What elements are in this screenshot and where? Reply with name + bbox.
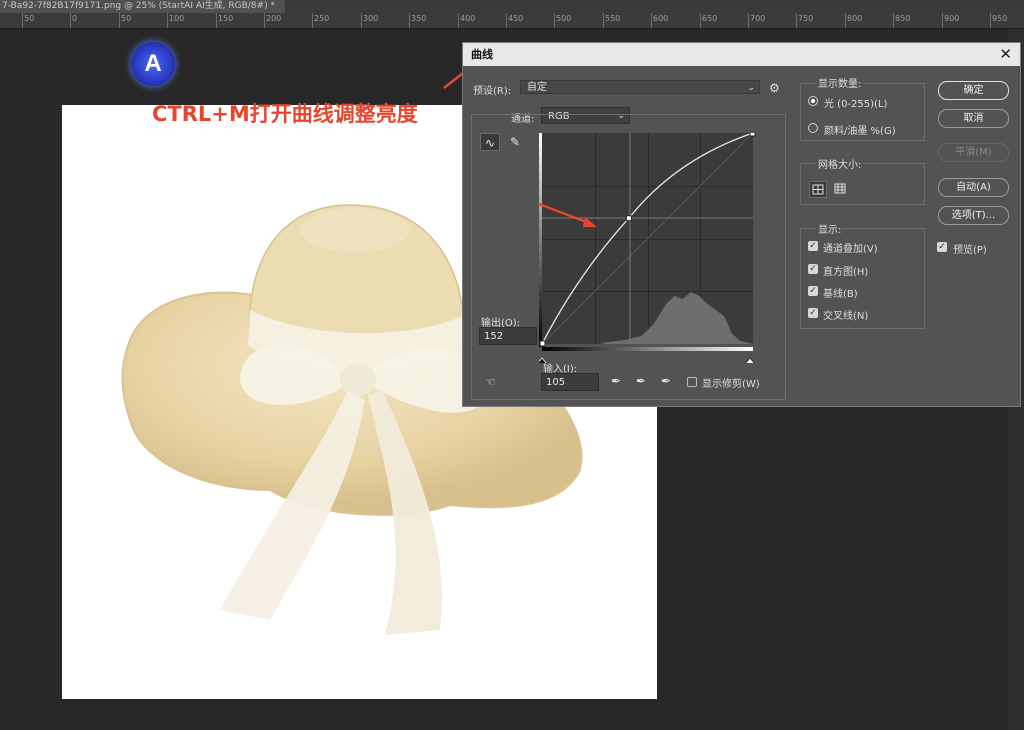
show-amount-title: 显示数量: bbox=[816, 75, 864, 90]
startai-logo: A bbox=[131, 42, 175, 86]
ruler-tick bbox=[409, 13, 410, 28]
smooth-button[interactable]: 平滑(M) bbox=[938, 143, 1009, 162]
pigment-radio[interactable] bbox=[808, 123, 818, 133]
ruler-label: 800 bbox=[847, 14, 863, 23]
ruler-label: 850 bbox=[895, 14, 911, 23]
dialog-title: 曲线 bbox=[463, 43, 1020, 66]
intersection-line-checkbox[interactable]: ✓ bbox=[808, 308, 818, 318]
ruler-tick bbox=[22, 13, 23, 28]
ruler-label: 350 bbox=[411, 14, 427, 23]
annotation-caption: CTRL+M打开曲线调整亮度 bbox=[152, 102, 418, 126]
ok-button[interactable]: 确定 bbox=[938, 81, 1009, 100]
preview-label: 预览(P) bbox=[953, 245, 987, 256]
baseline-label: 基线(B) bbox=[823, 289, 858, 300]
ruler-tick bbox=[70, 13, 71, 28]
options-button[interactable]: 选项(T)... bbox=[938, 206, 1009, 225]
ruler-label: 600 bbox=[653, 14, 669, 23]
output-field[interactable]: 152 bbox=[479, 327, 537, 345]
ruler-label: 900 bbox=[944, 14, 960, 23]
ruler-tick bbox=[119, 13, 120, 28]
document-tab-bar: 7-Ba92-7f82B17f9171.png @ 25% (StartAI A… bbox=[0, 0, 1024, 13]
gear-icon[interactable]: ⚙ bbox=[769, 81, 780, 95]
document-tab[interactable]: 7-Ba92-7f82B17f9171.png @ 25% (StartAI A… bbox=[0, 0, 285, 13]
ruler-label: 150 bbox=[218, 14, 234, 23]
histogram-checkbox[interactable]: ✓ bbox=[808, 264, 818, 274]
ruler-label: 300 bbox=[363, 14, 379, 23]
detailed-grid-icon[interactable] bbox=[832, 181, 850, 198]
show-clipping-label: 显示修剪(W) bbox=[702, 379, 760, 390]
intersection-line-label: 交叉线(N) bbox=[823, 311, 869, 322]
ruler-tick bbox=[893, 13, 894, 28]
light-radio-label: 光 (0-255)(L) bbox=[824, 99, 888, 110]
cancel-button[interactable]: 取消 bbox=[938, 109, 1009, 128]
input-field[interactable]: 105 bbox=[541, 373, 599, 391]
histogram-label: 直方图(H) bbox=[823, 267, 869, 278]
target-adjust-icon[interactable]: ☜ bbox=[485, 375, 496, 389]
ruler-tick bbox=[361, 13, 362, 28]
ruler-label: 250 bbox=[314, 14, 330, 23]
ruler-label: 400 bbox=[460, 14, 476, 23]
ruler-label: 750 bbox=[798, 14, 814, 23]
preview-checkbox[interactable]: ✓ bbox=[937, 242, 947, 252]
curves-graph[interactable] bbox=[539, 133, 759, 363]
ruler-label: 50 bbox=[24, 14, 35, 23]
black-eyedropper-icon[interactable]: ✒ bbox=[611, 374, 621, 388]
gray-eyedropper-icon[interactable]: ✒ bbox=[636, 374, 646, 388]
ruler-label: 0 bbox=[72, 14, 78, 23]
preset-select[interactable]: 自定 ⌄ bbox=[520, 80, 760, 94]
ruler-tick bbox=[554, 13, 555, 28]
ruler-label: 200 bbox=[266, 14, 282, 23]
ruler-tick bbox=[312, 13, 313, 28]
auto-button[interactable]: 自动(A) bbox=[938, 178, 1009, 197]
ruler-tick bbox=[796, 13, 797, 28]
baseline-checkbox[interactable]: ✓ bbox=[808, 286, 818, 296]
ruler-tick bbox=[700, 13, 701, 28]
ruler-tick bbox=[942, 13, 943, 28]
ruler-tick bbox=[651, 13, 652, 28]
ruler-label: 500 bbox=[556, 14, 572, 23]
ruler-tick bbox=[167, 13, 168, 28]
ruler-tick bbox=[603, 13, 604, 28]
ruler-label: 950 bbox=[992, 14, 1008, 23]
ruler-label: 50 bbox=[121, 14, 132, 23]
ruler-tick bbox=[216, 13, 217, 28]
show-clipping-checkbox[interactable] bbox=[687, 377, 697, 387]
horizontal-ruler: 50 0 50 100 150 200 250 300 350 400 450 500 550 600 65… bbox=[0, 13, 1024, 29]
chevron-down-icon: ⌄ bbox=[747, 83, 755, 93]
ruler-tick bbox=[506, 13, 507, 28]
annotation-arrow bbox=[538, 202, 597, 227]
pencil-icon[interactable]: ✎ bbox=[505, 133, 525, 151]
preset-label: 预设(R): bbox=[473, 86, 512, 97]
ruler-label: 550 bbox=[605, 14, 621, 23]
white-eyedropper-icon[interactable]: ✒ bbox=[661, 374, 671, 388]
ruler-label: 700 bbox=[750, 14, 766, 23]
curves-dialog: 曲线 ✕ 预设(R): 自定 ⌄ ⚙ 通道: RGB ⌄ ∿ ✎ 输出(O): 15… bbox=[462, 42, 1021, 407]
pigment-radio-label: 颜料/油墨 %(G) bbox=[824, 126, 896, 137]
ruler-tick bbox=[990, 13, 991, 28]
channel-overlay-label: 通道叠加(V) bbox=[823, 244, 878, 255]
ruler-label: 450 bbox=[508, 14, 524, 23]
simple-grid-icon[interactable] bbox=[809, 181, 827, 198]
ruler-tick bbox=[458, 13, 459, 28]
channel-overlay-checkbox[interactable]: ✓ bbox=[808, 241, 818, 251]
close-icon[interactable]: ✕ bbox=[999, 43, 1012, 66]
ruler-tick bbox=[845, 13, 846, 28]
grid-size-title: 网格大小: bbox=[816, 156, 864, 171]
curve-point-tool-icon[interactable]: ∿ bbox=[480, 133, 500, 151]
show-options-title: 显示: bbox=[816, 221, 844, 236]
ruler-label: 100 bbox=[169, 14, 185, 23]
ruler-tick bbox=[748, 13, 749, 28]
ruler-label: 650 bbox=[702, 14, 718, 23]
ruler-tick bbox=[264, 13, 265, 28]
light-radio[interactable] bbox=[808, 96, 818, 106]
